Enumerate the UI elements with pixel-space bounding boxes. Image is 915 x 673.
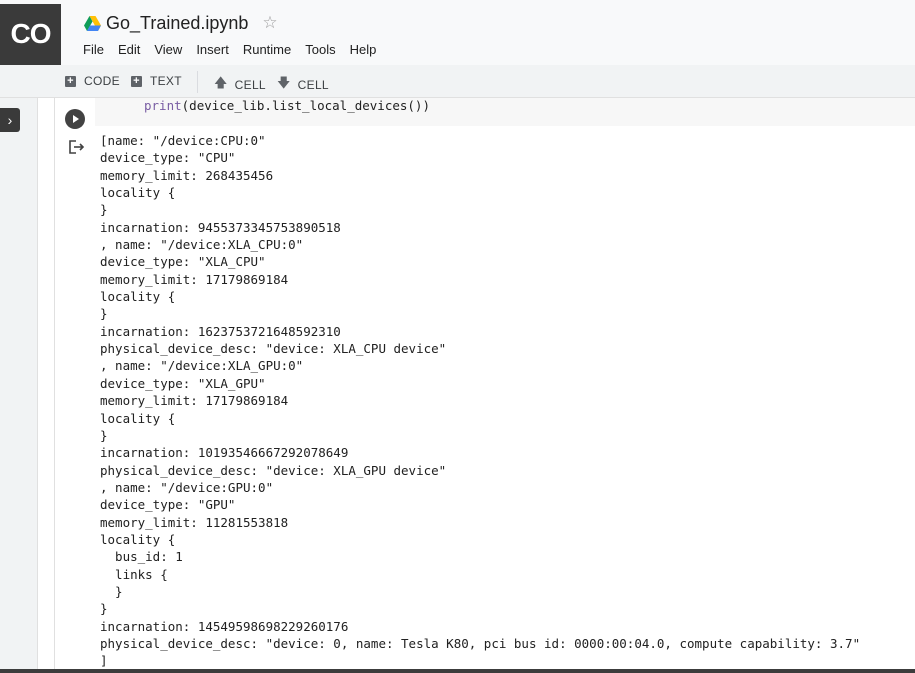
code-keyword: print	[144, 98, 182, 113]
menu-edit[interactable]: Edit	[118, 42, 140, 57]
title-row: Go_Trained.ipynb ☆	[84, 10, 278, 36]
output-line: physical_device_desc: "device: 0, name: …	[100, 635, 861, 651]
code-line[interactable]: print(device_lib.list_local_devices())	[144, 98, 430, 113]
output-line: device_type: "CPU"	[100, 150, 236, 166]
arrow-down-icon: 🡇	[277, 75, 291, 90]
output-line: incarnation: 10193546667292078649	[100, 445, 349, 461]
output-line: locality {	[100, 185, 176, 201]
output-line: [name: "/device:CPU:0"	[100, 133, 266, 148]
output-line: incarnation: 9455373345753890518	[100, 219, 341, 235]
output-line: , name: "/device:GPU:0"	[100, 479, 274, 495]
output-line: locality {	[100, 410, 176, 426]
output-line: }	[100, 202, 108, 218]
output-line: locality {	[100, 531, 176, 547]
bottom-bar	[0, 669, 915, 673]
output-line: memory_limit: 11281553818	[100, 514, 289, 530]
notebook-title[interactable]: Go_Trained.ipynb	[106, 13, 248, 34]
output-line: physical_device_desc: "device: XLA_GPU d…	[100, 462, 447, 478]
output-line: locality {	[100, 289, 176, 305]
header: CO Go_Trained.ipynb ☆ File Edit View Ins…	[0, 0, 915, 65]
cell-output: [name: "/device:CPU:0" device_type: "CPU"…	[100, 132, 860, 670]
output-line: links {	[100, 566, 168, 582]
left-gutter	[0, 98, 38, 670]
output-line: device_type: "XLA_GPU"	[100, 375, 266, 391]
add-text-label: TEXT	[150, 74, 182, 88]
output-line: ]	[100, 653, 108, 669]
move-cell-up-button[interactable]: 🡅 CELL	[214, 74, 266, 96]
output-line: incarnation: 1623753721648592310	[100, 323, 341, 339]
colab-logo[interactable]: CO	[0, 4, 61, 65]
output-line: , name: "/device:XLA_CPU:0"	[100, 237, 304, 253]
menu-insert[interactable]: Insert	[196, 42, 229, 57]
code-rest: (device_lib.list_local_devices())	[181, 98, 430, 113]
output-line: }	[100, 583, 123, 599]
output-line: }	[100, 601, 108, 617]
toolbar: + CODE + TEXT 🡅 CELL 🡇 CELL	[0, 65, 915, 98]
menu-file[interactable]: File	[83, 42, 104, 57]
plus-icon: +	[65, 75, 76, 87]
output-line: incarnation: 14549598698229260176	[100, 618, 349, 634]
menu-help[interactable]: Help	[350, 42, 377, 57]
move-cell-down-button[interactable]: 🡇 CELL	[277, 74, 329, 96]
output-line: memory_limit: 268435456	[100, 167, 274, 183]
code-editor[interactable]: print(device_lib.list_local_devices())	[95, 98, 915, 126]
chevron-right-icon[interactable]: ›	[0, 108, 20, 132]
toolbar-divider	[197, 71, 198, 93]
output-line: }	[100, 427, 108, 443]
play-icon[interactable]	[65, 109, 85, 129]
menu-bar: File Edit View Insert Runtime Tools Help	[83, 42, 390, 57]
output-line: memory_limit: 17179869184	[100, 271, 289, 287]
output-line: device_type: "GPU"	[100, 497, 236, 513]
add-text-button[interactable]: + TEXT	[131, 74, 182, 88]
output-line: device_type: "XLA_CPU"	[100, 254, 266, 270]
add-code-button[interactable]: + CODE	[65, 74, 120, 88]
menu-tools[interactable]: Tools	[305, 42, 335, 57]
output-line: }	[100, 306, 108, 322]
menu-view[interactable]: View	[154, 42, 182, 57]
cell-up-label: CELL	[234, 78, 266, 92]
cell-down-label: CELL	[297, 78, 329, 92]
menu-runtime[interactable]: Runtime	[243, 42, 291, 57]
plus-icon: +	[131, 75, 142, 87]
output-line: bus_id: 1	[100, 549, 183, 565]
logo-text: CO	[10, 18, 52, 49]
star-icon[interactable]: ☆	[262, 13, 277, 33]
output-redirect-icon[interactable]	[68, 139, 86, 155]
arrow-up-icon: 🡅	[214, 75, 228, 90]
output-line: , name: "/device:XLA_GPU:0"	[100, 358, 304, 374]
add-code-label: CODE	[84, 74, 120, 88]
output-line: physical_device_desc: "device: XLA_CPU d…	[100, 341, 447, 357]
google-drive-icon[interactable]	[84, 15, 101, 31]
output-line: memory_limit: 17179869184	[100, 393, 289, 409]
